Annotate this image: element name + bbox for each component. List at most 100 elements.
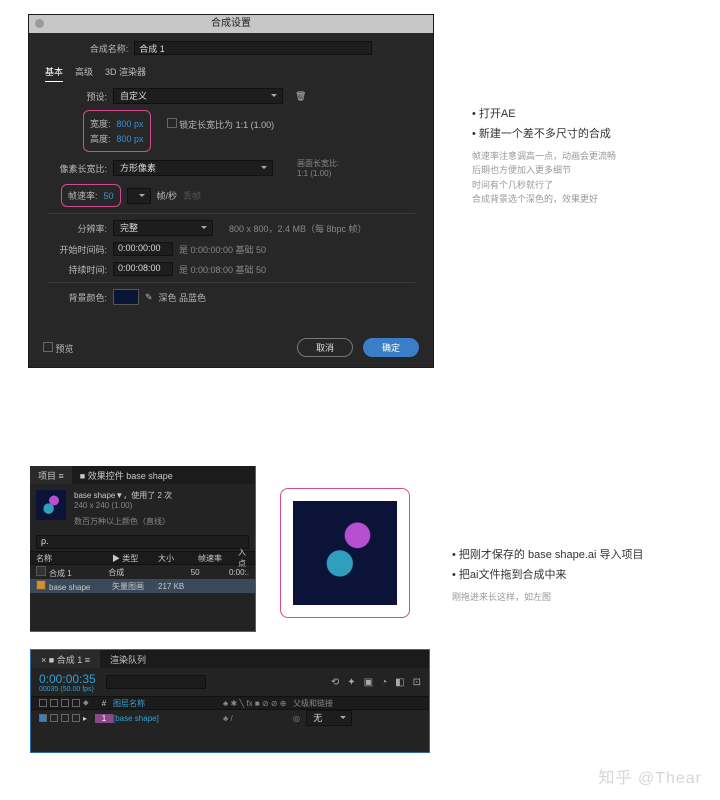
preset-dropdown[interactable]: 自定义 bbox=[113, 88, 283, 104]
col-type[interactable]: ▶ 类型 bbox=[106, 552, 152, 565]
lock-aspect-label: 锁定长宽比为 1:1 (1.00) bbox=[179, 120, 274, 130]
note-sub: 时间有个几秒就行了 bbox=[472, 178, 702, 192]
pixel-aspect-label: 像素长宽比: bbox=[47, 162, 107, 175]
timeline-search-input[interactable] bbox=[106, 675, 206, 689]
item-name: base shape▼，使用了 2 次 bbox=[74, 490, 172, 501]
width-label: 宽度: bbox=[90, 117, 111, 130]
project-search-input[interactable]: ρ. bbox=[36, 535, 249, 549]
note-item: 把刚才保存的 base shape.ai 导入项目 bbox=[452, 546, 712, 562]
frame-aspect-value: 1:1 (1.00) bbox=[297, 169, 339, 178]
tab-3d-renderer[interactable]: 3D 渲染器 bbox=[105, 65, 146, 82]
fps-dropdown-icon[interactable] bbox=[127, 188, 151, 204]
fps-value[interactable]: 50 bbox=[104, 191, 114, 201]
bgcolor-label: 背景颜色: bbox=[47, 291, 107, 304]
note-item: 把ai文件拖到合成中来 bbox=[452, 566, 712, 582]
ok-button[interactable]: 确定 bbox=[363, 338, 419, 357]
col-layer-name[interactable]: 图层名称 bbox=[113, 698, 223, 709]
composition-settings-dialog: 合成设置 合成名称: 合成 1 基本 高级 3D 渲染器 预设: 自定义 🗑 宽… bbox=[28, 14, 434, 368]
current-timecode[interactable]: 0:00:00:35 bbox=[39, 672, 96, 686]
tab-comp1[interactable]: × ■ 合成 1 ≡ bbox=[31, 650, 100, 668]
note-sub: 帧速率注意调高一点，动画会更流畅 bbox=[472, 149, 702, 163]
col-fps[interactable]: 帧速率 bbox=[192, 552, 232, 565]
height-value[interactable]: 800 px bbox=[117, 134, 144, 144]
size-highlight-box: 宽度: 800 px 高度: 800 px bbox=[83, 110, 151, 152]
layer-name[interactable]: [base shape] bbox=[113, 714, 223, 723]
dialog-tabs: 基本 高级 3D 渲染器 bbox=[45, 65, 433, 82]
col-name[interactable]: 名称 bbox=[30, 552, 106, 565]
project-row[interactable]: 合成 1 合成 50 0:00:. bbox=[30, 565, 255, 579]
preset-trash-icon[interactable]: 🗑 bbox=[295, 91, 306, 102]
fps-dropframe: 丢帧 bbox=[183, 189, 201, 202]
layer-switches[interactable]: ♣ / bbox=[223, 714, 293, 723]
duration-info: 是 0:00:08:00 基础 50 bbox=[179, 263, 266, 276]
preset-label: 预设: bbox=[47, 90, 107, 103]
current-frame: 00035 (50.00 fps) bbox=[39, 686, 96, 693]
width-value[interactable]: 800 px bbox=[117, 119, 144, 129]
lock-aspect-checkbox[interactable] bbox=[167, 118, 177, 128]
annotation-top: 打开AE 新建一个差不多尺寸的合成 帧速率注意调高一点，动画会更流畅 后期也方便… bbox=[472, 105, 702, 207]
toolbar-icon[interactable]: ◔ bbox=[381, 677, 387, 688]
cancel-button[interactable]: 取消 bbox=[297, 338, 353, 357]
col-size[interactable]: 大小 bbox=[152, 552, 192, 565]
comp-preview-canvas bbox=[293, 501, 397, 605]
toolbar-icon[interactable]: ⟲ bbox=[331, 677, 339, 688]
start-info: 是 0:00:00:00 基础 50 bbox=[179, 243, 266, 256]
pickwhip-icon[interactable]: ◎ bbox=[293, 714, 300, 723]
tab-advanced[interactable]: 高级 bbox=[75, 65, 93, 82]
col-switches: ♣ ✱ ╲ fx ■ ⊘ ⊘ ⊕ bbox=[223, 699, 293, 708]
annotation-mid: 把刚才保存的 base shape.ai 导入项目 把ai文件拖到合成中来 刚拖… bbox=[452, 546, 712, 604]
layer-number: 1 bbox=[95, 714, 113, 723]
start-value[interactable]: 0:00:00:00 bbox=[113, 242, 173, 256]
dialog-titlebar: 合成设置 bbox=[29, 15, 433, 33]
tab-project[interactable]: 项目 ≡ bbox=[30, 466, 72, 484]
eyedropper-icon[interactable]: ✎ bbox=[145, 292, 153, 303]
eye-icon[interactable] bbox=[39, 699, 47, 707]
duration-label: 持续时间: bbox=[47, 263, 107, 276]
toolbar-icon[interactable]: ▣ bbox=[364, 677, 373, 688]
dialog-title: 合成设置 bbox=[211, 18, 251, 29]
item-thumbnail[interactable] bbox=[36, 490, 66, 520]
tab-render-queue[interactable]: 渲染队列 bbox=[100, 650, 156, 668]
toolbar-icon[interactable]: ⊡ bbox=[413, 677, 421, 688]
tab-basic[interactable]: 基本 bbox=[45, 65, 63, 82]
resolution-label: 分辨率: bbox=[47, 222, 107, 235]
toolbar-icon[interactable]: ✦ bbox=[347, 677, 355, 688]
start-label: 开始时间码: bbox=[47, 243, 107, 256]
bgcolor-swatch[interactable] bbox=[113, 289, 139, 305]
layer-row[interactable]: ▸ 1 [base shape] ♣ / ◎ 无 bbox=[31, 710, 429, 726]
parent-dropdown[interactable]: 无 bbox=[306, 710, 352, 726]
note-sub: 合成背景选个深色的，效果更好 bbox=[472, 192, 702, 206]
project-row[interactable]: base shape 矢量图画 217 KB bbox=[30, 579, 255, 593]
comp-name-label: 合成名称: bbox=[90, 42, 129, 55]
comp-icon bbox=[36, 566, 46, 576]
item-dimensions: 240 x 240 (1.00) bbox=[74, 501, 172, 510]
preview-label: 预览 bbox=[56, 344, 74, 354]
note-sub: 刚拖进来长这样，如左图 bbox=[452, 590, 712, 604]
note-sub: 后期也方便加入更多细节 bbox=[472, 163, 702, 177]
toolbar-icon[interactable]: ◧ bbox=[395, 677, 404, 688]
col-number: # bbox=[95, 699, 113, 708]
note-item: 新建一个差不多尺寸的合成 bbox=[472, 125, 702, 141]
item-color-info: 数百万种以上颜色（直线） bbox=[74, 516, 172, 527]
height-label: 高度: bbox=[90, 132, 111, 145]
col-parent[interactable]: 父级和链接 bbox=[293, 698, 373, 709]
ai-file-icon bbox=[36, 580, 46, 590]
visibility-toggle[interactable] bbox=[39, 714, 47, 722]
preview-checkbox[interactable] bbox=[43, 342, 53, 352]
pixel-aspect-dropdown[interactable]: 方形像素 bbox=[113, 160, 273, 176]
resolution-info: 800 x 800，2.4 MB（每 8bpc 帧） bbox=[229, 222, 367, 235]
timeline-panel: × ■ 合成 1 ≡ 渲染队列 0:00:00:35 00035 (50.00 … bbox=[30, 649, 430, 753]
note-item: 打开AE bbox=[472, 105, 702, 121]
tab-effect-controls[interactable]: ■ 效果控件 base shape bbox=[72, 466, 181, 484]
fps-unit: 帧/秒 bbox=[157, 189, 178, 202]
fps-highlight-box: 帧速率: 50 bbox=[61, 184, 121, 207]
project-panel: 项目 ≡ ■ 效果控件 base shape base shape▼，使用了 2… bbox=[30, 466, 256, 632]
frame-aspect-label: 画面长宽比: bbox=[297, 158, 339, 169]
fps-label: 帧速率: bbox=[68, 189, 98, 202]
resolution-dropdown[interactable]: 完整 bbox=[113, 220, 213, 236]
comp-preview-highlight bbox=[280, 488, 410, 618]
duration-value[interactable]: 0:00:08:00 bbox=[113, 262, 173, 276]
close-icon[interactable] bbox=[35, 19, 44, 28]
watermark: 知乎 @Thear bbox=[599, 764, 703, 788]
comp-name-input[interactable]: 合成 1 bbox=[134, 41, 372, 55]
